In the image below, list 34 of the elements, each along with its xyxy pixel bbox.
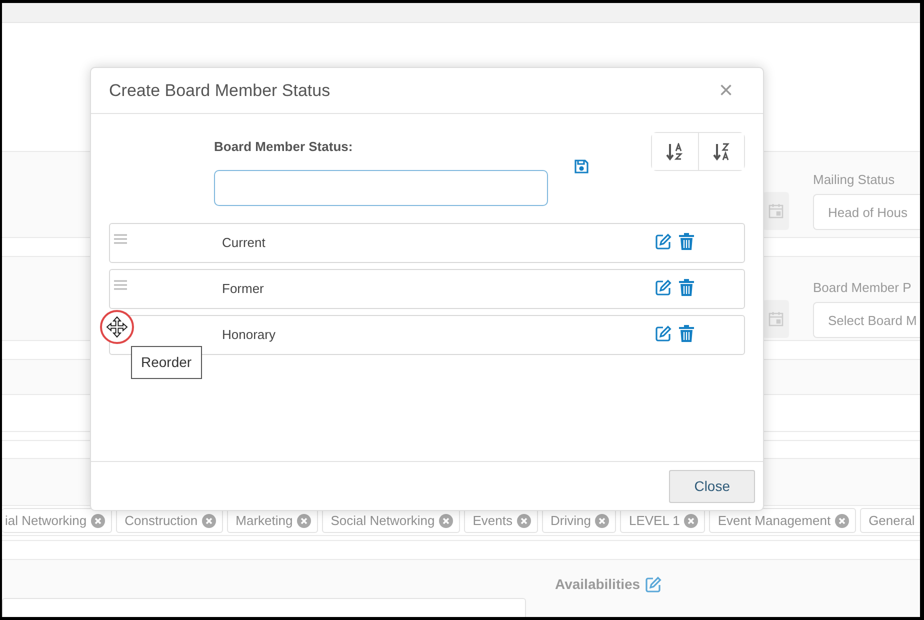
sort-descending-button[interactable] (698, 133, 744, 170)
field-label: Board Member P (813, 279, 912, 297)
remove-icon[interactable] (202, 514, 216, 528)
field-label: Mailing Status (813, 171, 896, 189)
field-label: Board Member Status: (214, 138, 354, 156)
tooltip: Reorder (131, 346, 202, 378)
list-item[interactable]: Former (109, 268, 745, 308)
remove-icon[interactable] (684, 514, 698, 528)
calendar-icon (768, 202, 784, 218)
modal-title: Create Board Member Status (109, 80, 330, 102)
edit-icon[interactable] (645, 576, 662, 593)
remove-icon[interactable] (438, 514, 453, 528)
item-label: Former (222, 280, 264, 298)
drag-handle-icon[interactable] (114, 234, 127, 244)
calendar-button[interactable] (763, 300, 789, 338)
drag-handle-icon[interactable] (114, 280, 127, 290)
calendar-button[interactable] (763, 192, 789, 230)
text-input[interactable] (214, 170, 548, 206)
sort-descending-icon (712, 142, 730, 160)
save-button[interactable] (574, 159, 589, 174)
item-label: Honorary (222, 326, 276, 344)
remove-icon[interactable] (516, 514, 531, 528)
tag: General (860, 508, 920, 534)
remove-icon[interactable] (834, 514, 849, 528)
calendar-icon (768, 310, 784, 326)
item-label: Current (222, 234, 266, 252)
remove-icon[interactable] (90, 514, 105, 528)
section-label: Availabilities (555, 575, 640, 594)
sort-ascending-icon (666, 142, 684, 160)
list-item[interactable]: Current (109, 222, 745, 262)
close-button[interactable]: Close (669, 470, 755, 502)
input-field[interactable] (2, 598, 526, 617)
remove-icon[interactable] (296, 514, 311, 528)
remove-icon[interactable] (594, 514, 609, 528)
